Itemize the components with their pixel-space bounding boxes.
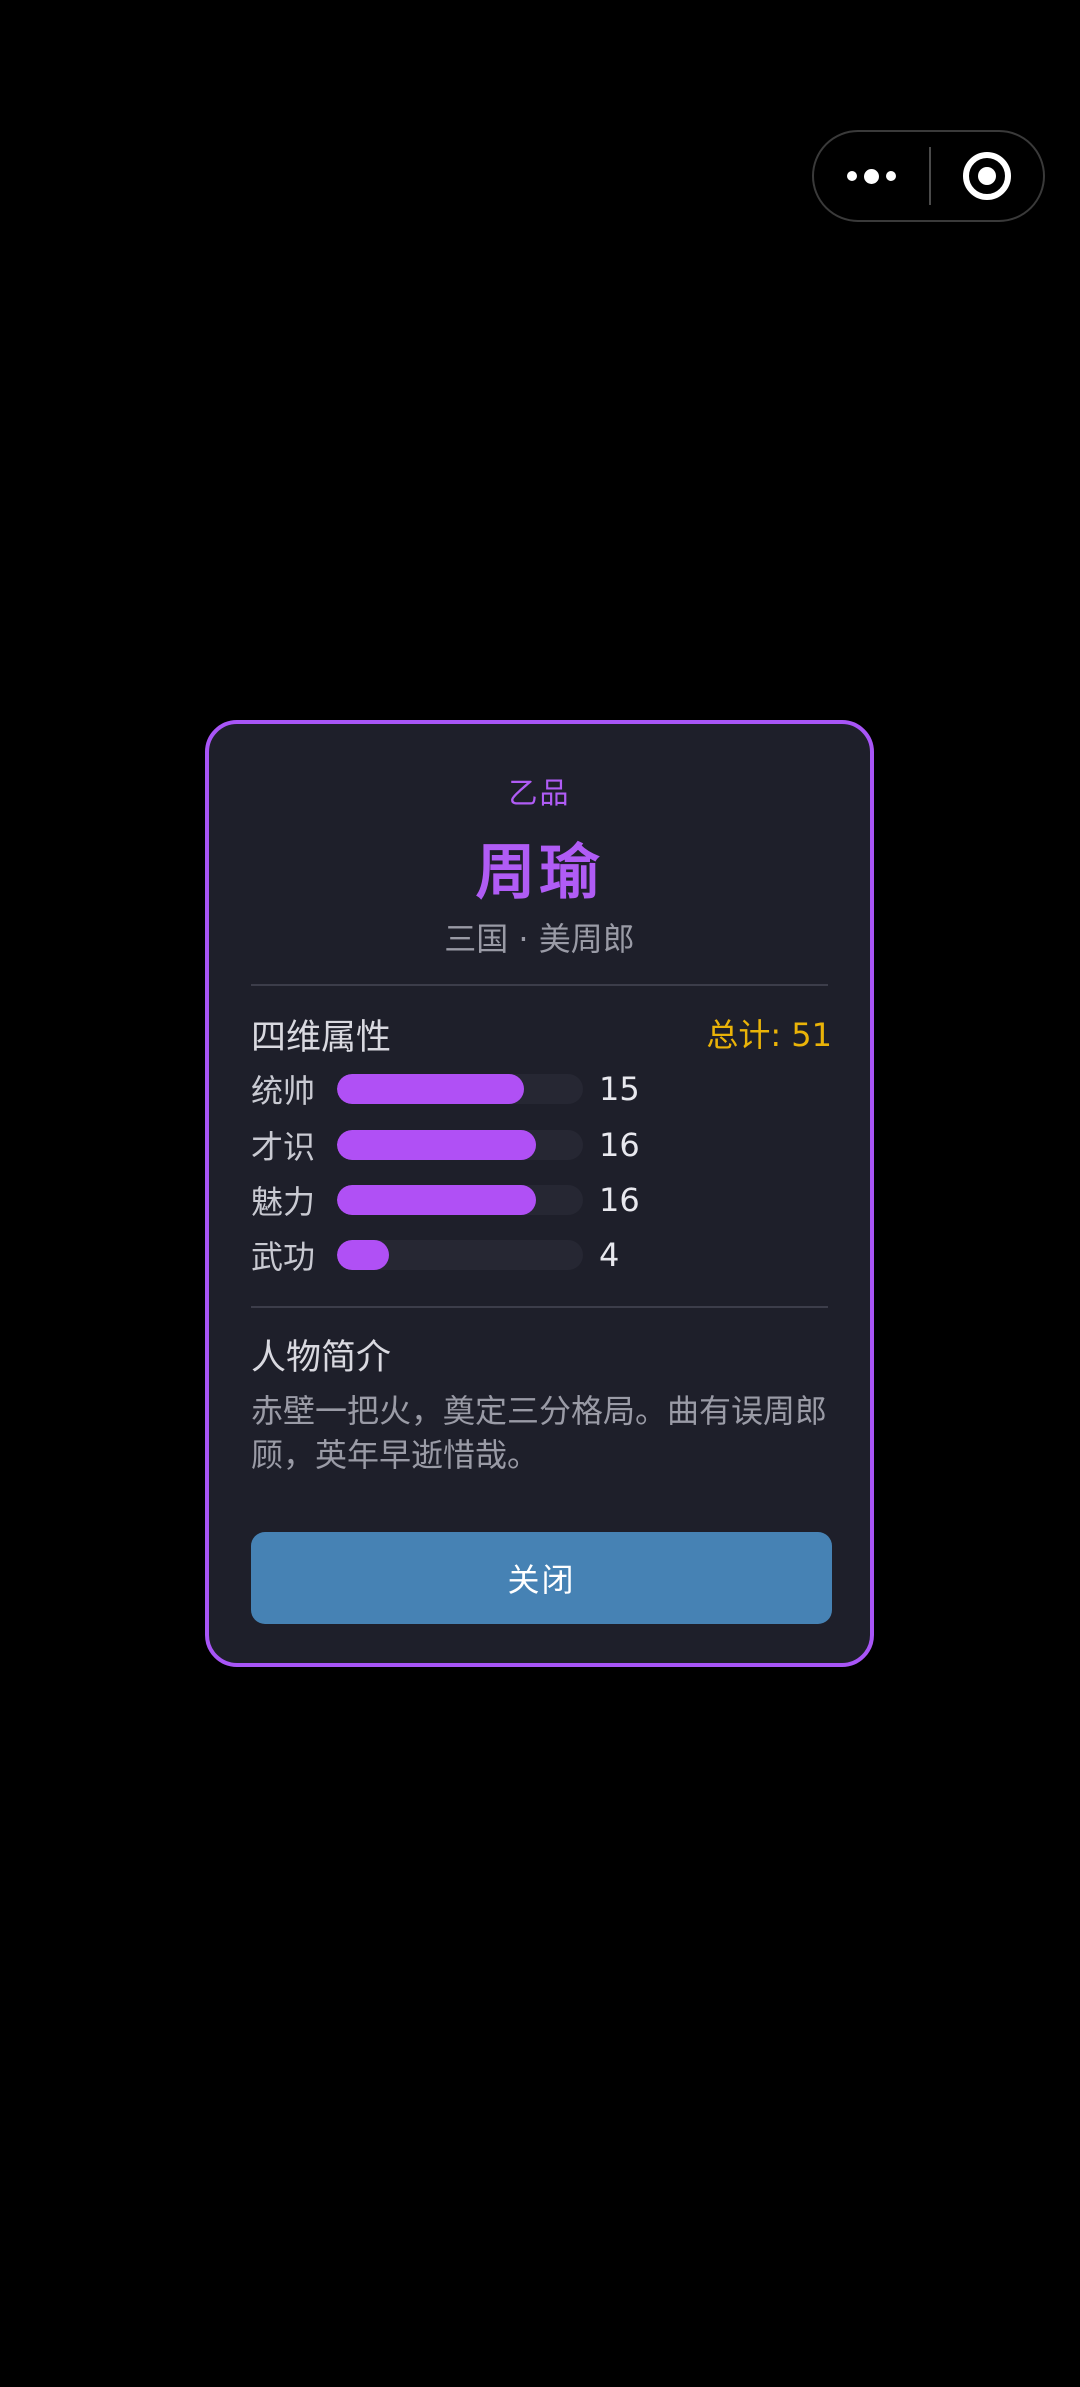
attribute-bar [337, 1074, 583, 1104]
attribute-bar [337, 1185, 583, 1215]
attribute-bar-fill [337, 1074, 524, 1104]
exit-miniprogram-button[interactable] [931, 132, 1043, 220]
bio-text: 赤壁一把火，奠定三分格局。曲有误周郎顾，英年早逝惜哉。 [251, 1392, 828, 1474]
character-name: 周瑜 [475, 838, 604, 908]
attribute-label: 统帅 [251, 1072, 316, 1110]
more-dots-icon [847, 171, 857, 181]
more-button[interactable] [814, 132, 929, 220]
attribute-label: 才识 [251, 1128, 316, 1166]
attribute-row: 才识 16 [251, 1125, 640, 1166]
bio-title: 人物简介 [251, 1338, 392, 1378]
attribute-row: 统帅 15 [251, 1069, 640, 1110]
attributes-total: 总计: 51 [706, 1016, 832, 1054]
attribute-value: 16 [599, 1181, 640, 1219]
attribute-bar [337, 1130, 583, 1160]
target-circle-icon [963, 152, 1011, 200]
attributes-title: 四维属性 [251, 1018, 392, 1058]
grade-label: 乙品 [508, 776, 571, 810]
attribute-value: 15 [599, 1070, 640, 1108]
screen: 乙品 周瑜 三国 · 美周郎 四维属性 总计: 51 统帅 15 才识 16 魅力 16 武… [0, 0, 1080, 2387]
character-detail-card: 乙品 周瑜 三国 · 美周郎 四维属性 总计: 51 统帅 15 才识 16 魅力 16 武… [205, 720, 874, 1667]
close-button[interactable]: 关闭 [251, 1532, 832, 1624]
divider [251, 984, 828, 986]
attribute-bar [337, 1240, 583, 1270]
character-subtitle: 三国 · 美周郎 [444, 920, 635, 958]
attribute-bar-fill [337, 1130, 537, 1160]
attribute-row: 魅力 16 [251, 1180, 640, 1221]
attribute-label: 魅力 [251, 1183, 316, 1221]
attribute-label: 武功 [251, 1238, 316, 1276]
miniprogram-capsule [812, 130, 1045, 222]
attribute-value: 16 [599, 1126, 640, 1164]
attribute-bar-fill [337, 1240, 389, 1270]
attribute-value: 4 [599, 1236, 620, 1274]
attribute-row: 武功 4 [251, 1235, 620, 1276]
attribute-bar-fill [337, 1185, 537, 1215]
divider [251, 1306, 828, 1308]
